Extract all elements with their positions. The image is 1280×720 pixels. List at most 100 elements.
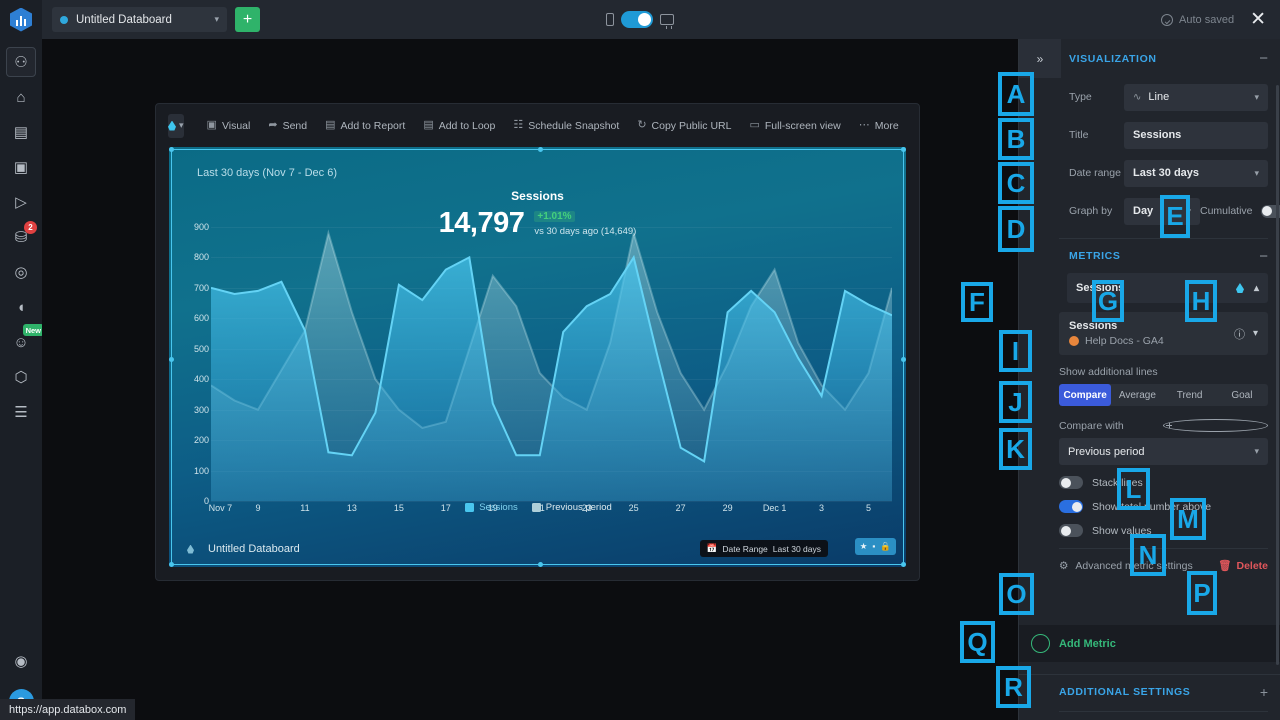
link-icon: ↻ [637,120,646,131]
sidebar-item-insights[interactable]: ☺ New [6,327,36,357]
toolbar-more[interactable]: ⋯ More [850,120,908,132]
megaphone-icon: ◖ [16,300,25,315]
title-input[interactable]: Sessions [1124,122,1268,149]
show-values-toggle[interactable] [1059,524,1083,537]
metric-card[interactable]: Sessions Help Docs - GA4 ⓘ ▾ [1059,312,1268,355]
metric-source-label: Help Docs - GA4 [1085,335,1164,347]
annotation-o: O [999,573,1034,615]
report-icon: ▤ [325,120,335,131]
additional-lines-label: Show additional lines [1059,366,1268,378]
toolbar-copy-public-url[interactable]: ↻ Copy Public URL [628,120,740,132]
delete-metric-button[interactable]: 🗑 Delete [1218,559,1268,572]
video-icon: ▷ [15,195,27,210]
y-axis-tick: 100 [194,466,209,476]
compare-with-label: Compare with [1059,420,1163,432]
compare-with-select[interactable]: Previous period ▾ [1059,438,1268,465]
legend-label-previous: Previous period [546,502,612,513]
close-icon[interactable]: ✕ [1250,10,1266,29]
desktop-icon[interactable] [660,14,674,25]
check-circle-icon [1161,14,1173,26]
sidebar-item-goals[interactable]: ◎ [6,257,36,287]
visualization-collapse-icon[interactable]: − [1259,51,1268,66]
y-axis-tick: 900 [194,222,209,232]
resize-handle[interactable] [901,357,906,362]
show-total-toggle[interactable] [1059,500,1083,513]
segment-compare[interactable]: Compare [1059,384,1111,406]
annotation-p: P [1187,571,1217,615]
loop-icon: ▤ [423,120,433,131]
lock-icon[interactable]: 🔒 [880,541,891,552]
toolbar-add-to-report[interactable]: ▤ Add to Report [316,120,414,132]
chevron-up-icon[interactable]: ▴ [1254,283,1259,294]
device-toggle[interactable] [621,11,653,28]
date-range-select[interactable]: Last 30 days ▾ [1124,160,1268,187]
more-icon: ⋯ [859,120,870,131]
widget-toolbar: ▾ ▣ Visual ➦ Send ▤ Add to Report ▤ Add … [156,104,919,147]
theme-selector[interactable]: ▾ [168,114,184,138]
chevron-down-icon[interactable]: ▾ [1253,328,1258,339]
droplet-icon[interactable] [1236,283,1244,293]
chevron-down-icon: ▾ [1254,446,1259,457]
title-value: Sessions [1133,129,1181,141]
additional-settings-expand-icon[interactable]: + [1260,684,1268,700]
toolbar-add-to-loop[interactable]: ▤ Add to Loop [414,120,504,132]
sidebar-item-org[interactable]: ☰ [6,397,36,427]
toolbar-send[interactable]: ➦ Send [259,120,316,132]
panel-scrollbar[interactable] [1276,85,1279,665]
legend-item-previous[interactable]: Previous period [532,502,612,513]
resize-handle[interactable] [538,147,543,152]
app-logo[interactable] [0,0,42,39]
toolbar-copy-public-url-label: Copy Public URL [652,120,732,132]
toolbar-fullscreen[interactable]: ▭ Full-screen view [740,120,849,132]
add-metric-label: Add Metric [1059,638,1116,650]
annotation-a: A [998,72,1034,116]
toolbar-schedule-snapshot[interactable]: ☷ Schedule Snapshot [504,120,628,132]
legend-item-sessions[interactable]: Sessions [465,502,518,513]
segment-average[interactable]: Average [1111,384,1163,406]
smiley-icon: ☺ [13,335,28,350]
annotation-b: B [998,118,1034,160]
legend-swatch-previous [532,503,541,512]
help-button[interactable]: ◉ [6,646,36,676]
star-icon[interactable]: ★ [860,541,868,552]
info-icon[interactable]: ⓘ [1234,326,1245,342]
type-select[interactable]: ∿ Line ▾ [1124,84,1268,111]
add-metric-button[interactable]: Add Metric [1019,625,1280,662]
add-button[interactable]: + [235,7,260,32]
sidebar-item-alerts[interactable]: ◖ [6,292,36,322]
databoard-status-dot [60,16,68,24]
stack-lines-toggle[interactable] [1059,476,1083,489]
autosave-label: Auto saved [1179,14,1234,26]
annotation-e: E [1160,195,1190,238]
annotation-g: G [1092,280,1124,322]
resize-handle[interactable] [169,147,174,152]
sidebar-item-image[interactable]: ▣ [6,152,36,182]
databoard-selector[interactable]: Untitled Databoard ▾ [52,7,227,32]
resize-handle[interactable] [901,147,906,152]
sidebar-item-people[interactable]: ⚇ [6,47,36,77]
segment-goal[interactable]: Goal [1216,384,1268,406]
add-comparison-icon[interactable] [1163,419,1269,432]
additional-settings-header[interactable]: ADDITIONAL SETTINGS + [1019,674,1280,708]
sidebar-item-home[interactable]: ⌂ [6,82,36,112]
metrics-header-label: METRICS [1069,250,1259,262]
title-label: Title [1069,129,1124,141]
segment-trend[interactable]: Trend [1164,384,1216,406]
calendar-icon: 📅 [707,543,718,554]
toolbar-visual[interactable]: ▣ Visual [198,120,260,132]
metrics-collapse-icon[interactable]: − [1259,249,1268,264]
mobile-icon[interactable] [606,13,614,26]
resize-handle[interactable] [169,357,174,362]
annotation-d: D [998,206,1034,252]
type-label: Type [1069,91,1124,103]
chart-preview[interactable]: Last 30 days (Nov 7 - Dec 6) Sessions 14… [169,147,906,567]
sidebar-item-calendar[interactable]: ▤ [6,117,36,147]
sidebar-item-video[interactable]: ▷ [6,187,36,217]
source-icon [1069,336,1079,346]
copy-icon[interactable]: ▪ [872,541,875,552]
sidebar-item-explore[interactable]: ⬡ [6,362,36,392]
sidebar-item-database[interactable]: ⛁ 2 [6,222,36,252]
y-axis-tick: 400 [194,374,209,384]
date-range-chip[interactable]: 📅 Date Range Last 30 days [700,540,828,557]
annotation-h: H [1185,280,1217,322]
